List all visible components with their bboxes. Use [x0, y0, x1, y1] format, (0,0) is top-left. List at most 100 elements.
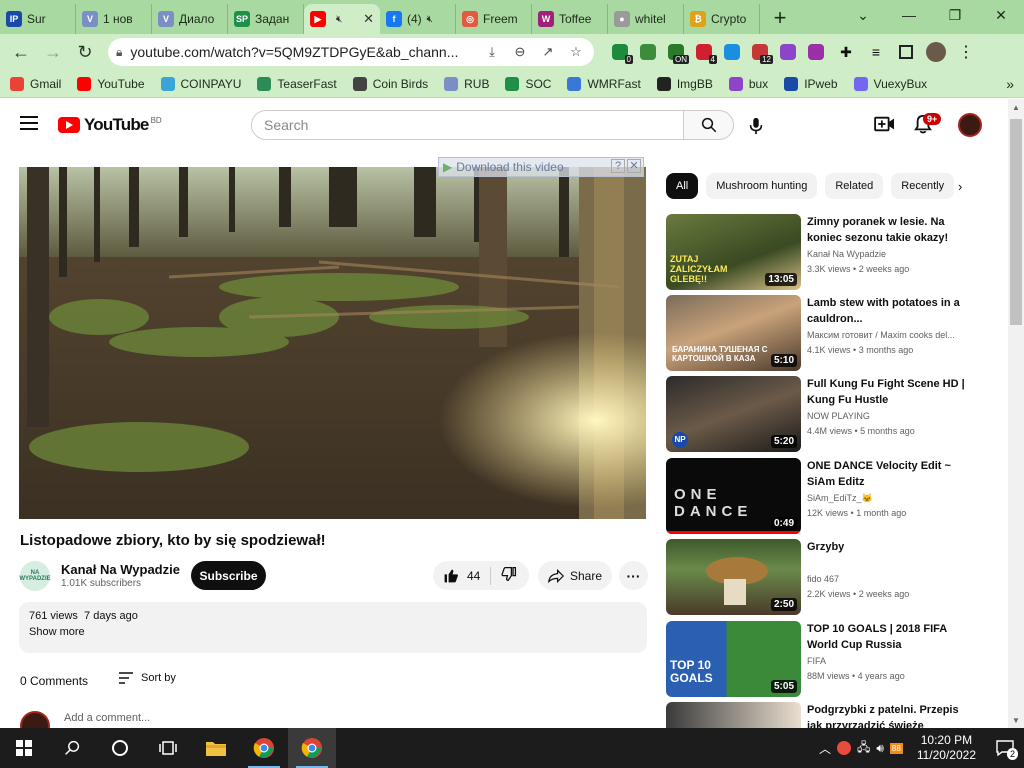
bookmark-vuexybux[interactable]: VuexyBux	[853, 76, 927, 91]
diamond-ext-icon[interactable]	[774, 38, 802, 66]
chrome-menu-icon[interactable]: ⋮	[952, 38, 980, 66]
search-taskbar-button[interactable]	[48, 728, 96, 768]
puzzle-green-ext-icon[interactable]: 0	[606, 38, 634, 66]
new-tab-button[interactable]: +	[766, 4, 794, 32]
bookmark-teaserfast[interactable]: TeaserFast	[257, 76, 337, 91]
video-thumbnail[interactable]: ZUTAJ ZALICZYŁAM GLEBĘ!! 13:05	[666, 214, 801, 290]
action-center-button[interactable]: 2	[990, 733, 1020, 763]
reload-button[interactable]: ↻	[70, 37, 100, 67]
bookmark-ipweb[interactable]: IPweb	[784, 76, 838, 91]
zoom-icon[interactable]: ⊖	[510, 44, 530, 60]
recommended-channel[interactable]: NOW PLAYING	[807, 411, 977, 421]
add-comment-input[interactable]: Add a comment...	[64, 712, 150, 724]
bookmark-youtube[interactable]: YouTube	[77, 76, 145, 91]
check-ext-icon[interactable]	[718, 38, 746, 66]
hamburger-menu-icon[interactable]	[20, 116, 38, 130]
browser-tab[interactable]: f (4) 🔇︎	[380, 4, 456, 34]
se-ext-icon[interactable]	[802, 38, 830, 66]
close-icon[interactable]: ✕	[627, 159, 641, 173]
bookmark-imgbb[interactable]: ImgBB	[656, 76, 713, 91]
bookmark-star-icon[interactable]: ☆	[566, 44, 586, 60]
scroll-down-icon[interactable]: ▼	[1008, 712, 1024, 728]
calendar-ext-icon[interactable]: 12	[746, 38, 774, 66]
filter-chip[interactable]: Mushroom hunting	[706, 173, 818, 199]
recommended-video[interactable]: ZUTAJ ZALICZYŁAM GLEBĘ!! 13:05 Zimny poran…	[666, 214, 1006, 292]
recommended-title[interactable]: Lamb stew with potatoes in a cauldron...	[807, 295, 967, 327]
video-thumbnail[interactable]: ONE DANCE 0:49	[666, 458, 801, 534]
download-video-bar[interactable]: ▶ Download this video ? ✕	[438, 157, 644, 177]
recommended-channel[interactable]: SiAm_EdiTz_🐱	[807, 493, 977, 504]
side-panel-icon[interactable]	[892, 38, 920, 66]
on-ext-icon[interactable]: ON	[662, 38, 690, 66]
bookmark-rub[interactable]: RUB	[444, 76, 489, 91]
share-icon[interactable]: ↗	[538, 44, 558, 60]
recommended-title[interactable]: TOP 10 GOALS | 2018 FIFA World Cup Russi…	[807, 621, 967, 653]
restore-button[interactable]: ❐	[932, 0, 978, 30]
account-avatar[interactable]	[958, 113, 982, 137]
globe-ext-icon[interactable]	[634, 38, 662, 66]
install-icon[interactable]: ⤓	[482, 44, 502, 60]
bookmark-coin-birds[interactable]: Coin Birds	[352, 76, 428, 91]
close-window-button[interactable]: ✕	[978, 0, 1024, 30]
description-box[interactable]: 761 views 7 days ago Show more	[19, 602, 647, 653]
start-button[interactable]	[0, 728, 48, 768]
share-button[interactable]: Share	[538, 561, 612, 590]
search-input[interactable]: Search	[251, 110, 684, 140]
more-actions-button[interactable]: ···	[619, 561, 648, 590]
bookmark-wmrfast[interactable]: WMRFast	[567, 76, 641, 91]
browser-tab[interactable]: V 1 нов	[76, 4, 152, 34]
video-thumbnail[interactable]: NP 5:20	[666, 376, 801, 452]
extensions-puzzle-icon[interactable]: ✚	[832, 38, 860, 66]
recommended-video[interactable]: БАРАНИНА ТУШЕНАЯ С КАРТОШКОЙ В КАЗА 5:10 L…	[666, 295, 1006, 373]
filter-chip[interactable]: All	[666, 173, 699, 199]
recommended-video[interactable]: NP 5:20 Full Kung Fu Fight Scene HD | Kung…	[666, 376, 1006, 454]
chevron-down-icon[interactable]: ⌄	[840, 0, 886, 30]
video-thumbnail[interactable]: 2:50	[666, 539, 801, 615]
speaker-mute-icon[interactable]: 🔇︎	[336, 14, 342, 25]
recommended-title[interactable]: Full Kung Fu Fight Scene HD | Kung Fu Hu…	[807, 376, 967, 408]
filter-chip[interactable]: Related	[825, 173, 884, 199]
speaker-mute-icon[interactable]: 🔇︎	[427, 14, 433, 25]
recommended-channel[interactable]: fido 467	[807, 574, 977, 584]
video-thumbnail[interactable]: TOP 10 GOALS 5:05	[666, 621, 801, 697]
chrome-taskbar-button-2[interactable]	[288, 728, 336, 768]
scroll-thumb[interactable]	[1010, 119, 1022, 325]
forward-button[interactable]: →	[38, 37, 68, 67]
voice-search-button[interactable]	[741, 111, 771, 141]
subscribe-button[interactable]: Subscribe	[191, 561, 266, 590]
create-video-button[interactable]	[874, 115, 896, 138]
chevron-right-icon[interactable]: ›	[958, 179, 962, 194]
lock-icon[interactable]: 🔒︎	[116, 45, 122, 60]
browser-tab-active[interactable]: ▶ 🔇︎ ✕	[304, 4, 380, 34]
file-explorer-button[interactable]	[192, 728, 240, 768]
browser-tab[interactable]: V Диало	[152, 4, 228, 34]
browser-tab[interactable]: SP Задан	[228, 4, 304, 34]
video-thumbnail[interactable]: БАРАНИНА ТУШЕНАЯ С КАРТОШКОЙ В КАЗА 5:10	[666, 295, 801, 371]
recommended-channel[interactable]: Максим готовит / Maxim cooks del...	[807, 330, 977, 340]
filter-chip[interactable]: Recently	[891, 173, 955, 199]
bookmark-bux[interactable]: bux	[728, 76, 768, 91]
browser-tab[interactable]: IP Sur	[0, 4, 76, 34]
recommended-title[interactable]: ONE DANCE Velocity Edit ~ SiAm Editz	[807, 458, 967, 490]
scroll-up-icon[interactable]: ▲	[1008, 99, 1024, 115]
chevron-up-icon[interactable]: ︿	[819, 740, 831, 757]
search-button[interactable]	[684, 110, 734, 140]
dislike-button[interactable]	[491, 566, 527, 585]
bookmarks-overflow-icon[interactable]: »	[1006, 76, 1014, 92]
profile-avatar[interactable]	[922, 38, 950, 66]
system-clock[interactable]: 10:20 PM 11/20/2022	[917, 733, 976, 763]
volume-icon[interactable]: 🔊︎	[876, 741, 884, 756]
channel-avatar[interactable]: NA WYPADZIE	[19, 561, 51, 591]
back-button[interactable]: ←	[6, 37, 36, 67]
recommended-channel[interactable]: Kanał Na Wypadzie	[807, 249, 977, 259]
video-player[interactable]	[19, 167, 646, 519]
bookmark-coinpayu[interactable]: COINPAYU	[160, 76, 241, 91]
help-icon[interactable]: ?	[611, 159, 625, 173]
close-tab-icon[interactable]: ✕	[363, 11, 374, 27]
show-more-link[interactable]: Show more	[29, 626, 637, 638]
cortana-button[interactable]	[96, 728, 144, 768]
browser-tab[interactable]: W Toffee	[532, 4, 608, 34]
youtube-logo[interactable]: YouTube BD	[58, 115, 162, 135]
recommended-title[interactable]: Zimny poranek w lesie. Na koniec sezonu …	[807, 214, 967, 246]
recommended-video[interactable]: 2:50 Grzyby fido 467 2.2K views • 2 weeks a…	[666, 539, 1006, 617]
